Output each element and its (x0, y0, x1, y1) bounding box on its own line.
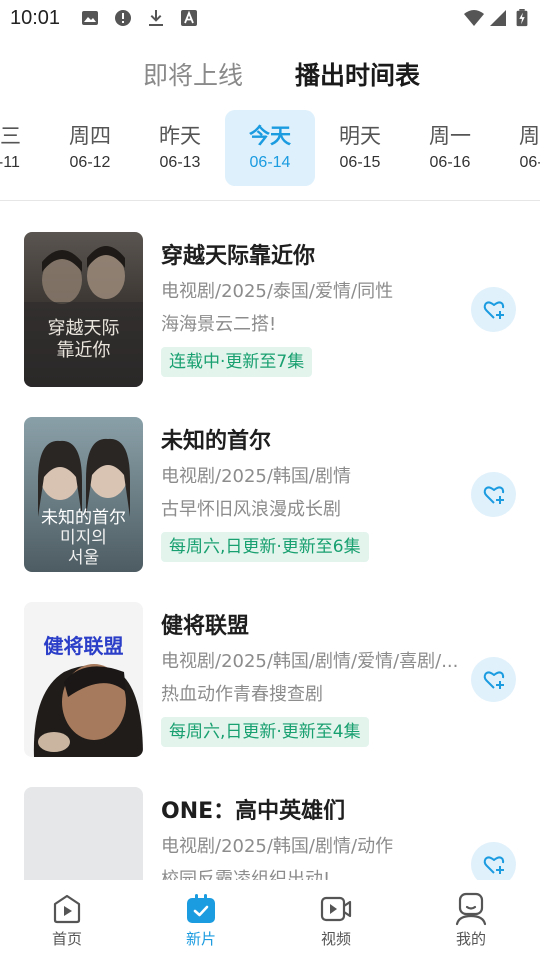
show-item[interactable]: 未知的首尔 미지의 서울 未知的首尔 电视剧/2025/韩国/剧情 古早怀旧风浪… (0, 417, 540, 577)
nav-new[interactable]: 新片 (161, 892, 241, 949)
show-title[interactable]: 健将联盟 (161, 608, 249, 640)
show-item[interactable]: 穿越天际 靠近你 穿越天际靠近你 电视剧/2025/泰国/爱情/同性 海海景云二… (0, 232, 540, 392)
heart-plus-icon (483, 301, 504, 319)
show-poster[interactable] (24, 787, 143, 880)
day-tab-name: 周二 (519, 124, 540, 148)
day-tab-name: 明天 (339, 124, 381, 148)
segment-header: 即将上线 播出时间表 (0, 52, 540, 96)
favorite-button[interactable] (471, 472, 516, 517)
nav-label: 新片 (185, 930, 216, 948)
show-poster[interactable]: 穿越天际 靠近你 (24, 232, 143, 387)
bottom-nav: 首页 新片 视频 我的 (0, 880, 540, 960)
wifi-icon (464, 10, 484, 26)
day-tab-tomorrow[interactable]: 明天 06-15 (315, 110, 405, 186)
show-list: 穿越天际 靠近你 穿越天际靠近你 电视剧/2025/泰国/爱情/同性 海海景云二… (0, 201, 540, 880)
nav-profile[interactable]: 我的 (431, 892, 511, 949)
poster-title: 健将联盟 (43, 634, 124, 658)
day-tab-date: 06-12 (69, 154, 111, 171)
new-release-icon (187, 894, 215, 923)
show-badge: 每周六,日更新·更新至4集 (161, 717, 369, 747)
show-title[interactable]: ONE：高中英雄们 (161, 793, 345, 825)
nav-video[interactable]: 视频 (296, 892, 376, 949)
poster-title: 서울 (67, 548, 100, 568)
nav-label: 视频 (320, 930, 351, 948)
day-tab-yesterday[interactable]: 昨天 06-13 (135, 110, 225, 186)
day-tab-mon[interactable]: 周一 06-16 (405, 110, 495, 186)
show-title[interactable]: 未知的首尔 (161, 423, 271, 455)
heart-plus-icon (483, 671, 504, 689)
profile-icon (455, 892, 487, 926)
favorite-button[interactable] (471, 287, 516, 332)
day-tab-name: 今天 (249, 124, 291, 148)
status-time: 10:01 (10, 7, 61, 29)
day-tab-today[interactable]: 今天 06-14 (225, 110, 315, 186)
poster-title: 靠近你 (56, 340, 111, 361)
show-title[interactable]: 穿越天际靠近你 (161, 238, 315, 270)
day-tab-tue[interactable]: 周二 06-17 (495, 110, 540, 186)
heart-plus-icon (483, 856, 504, 874)
alert-icon (115, 10, 131, 26)
nav-home[interactable]: 首页 (27, 892, 107, 949)
day-tab-name: 昨天 (159, 124, 201, 148)
tab-schedule[interactable]: 播出时间表 (295, 56, 420, 92)
show-desc: 热血动作青春搜查剧 (161, 684, 323, 705)
day-tab-wed[interactable]: 周三 06-11 (0, 110, 45, 186)
show-desc: 古早怀旧风浪漫成长剧 (161, 499, 341, 520)
signal-icon (490, 10, 506, 26)
show-desc: 海海景云二搭! (161, 314, 277, 335)
download-icon (149, 10, 163, 26)
day-tab-date: 06-17 (519, 154, 540, 171)
nav-label: 我的 (455, 930, 486, 948)
show-badge: 每周六,日更新·更新至6集 (161, 532, 369, 562)
show-poster[interactable]: 健将联盟 (24, 602, 143, 757)
show-item[interactable]: 健将联盟 健将联盟 电视剧/2025/韩国/剧情/爱情/喜剧/... 热血动作青… (0, 602, 540, 762)
nav-label: 首页 (51, 930, 82, 948)
day-tabs: 周三 06-11 周四 06-12 昨天 06-13 今天 06-14 明天 0… (0, 110, 540, 190)
heart-plus-icon (483, 486, 504, 504)
show-badge: 连载中·更新至7集 (161, 347, 313, 377)
day-tab-date: 06-14 (249, 154, 291, 171)
show-meta: 电视剧/2025/泰国/爱情/同性 (161, 281, 394, 302)
show-meta: 电视剧/2025/韩国/剧情 (161, 466, 352, 487)
home-play-icon (53, 894, 81, 924)
show-meta: 电视剧/2025/韩国/剧情/动作 (161, 836, 394, 857)
tab-upcoming[interactable]: 即将上线 (143, 56, 243, 92)
day-tab-date: 06-15 (339, 154, 381, 171)
day-tab-date: 06-11 (0, 154, 20, 171)
show-poster[interactable]: 未知的首尔 미지의 서울 (24, 417, 143, 572)
image-icon (82, 11, 98, 25)
status-bar: 10:01 (0, 0, 540, 38)
favorite-button[interactable] (471, 657, 516, 702)
day-tab-thu[interactable]: 周四 06-12 (45, 110, 135, 186)
show-meta: 电视剧/2025/韩国/剧情/爱情/喜剧/... (161, 651, 459, 672)
battery-icon (516, 9, 528, 27)
video-camera-icon (320, 896, 352, 922)
show-desc: 校园反霸凌组织出动! (161, 869, 331, 880)
day-tab-name: 周三 (0, 124, 21, 148)
day-tab-date: 06-13 (159, 154, 201, 171)
show-item[interactable]: ONE：高中英雄们 电视剧/2025/韩国/剧情/动作 校园反霸凌组织出动! (0, 787, 540, 880)
day-tab-name: 周四 (69, 124, 111, 148)
day-tab-name: 周一 (429, 124, 471, 148)
text-icon (181, 10, 197, 26)
day-tab-date: 06-16 (429, 154, 471, 171)
favorite-button[interactable] (471, 842, 516, 880)
